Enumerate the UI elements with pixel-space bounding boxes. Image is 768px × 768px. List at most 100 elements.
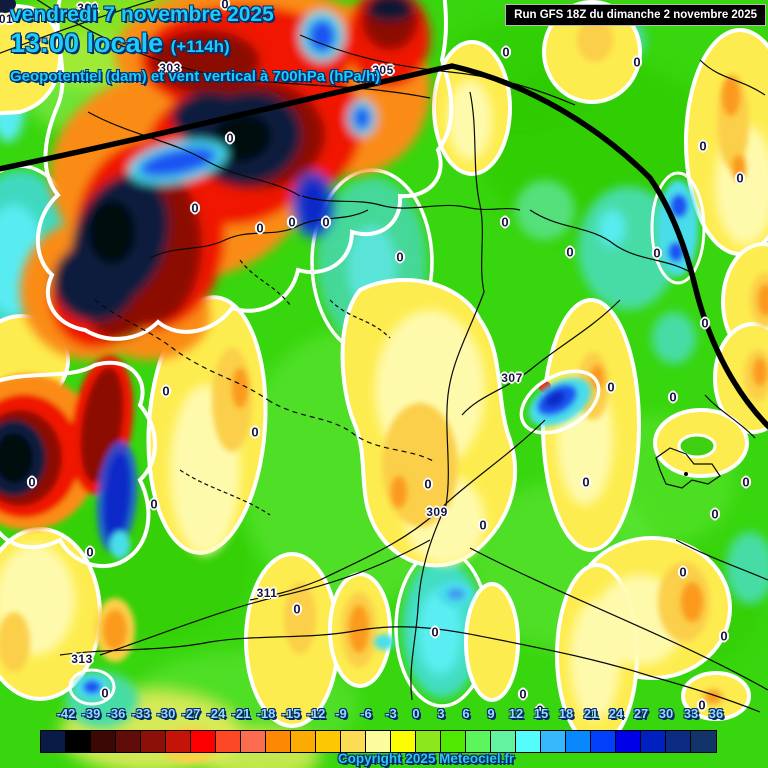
forecast-hour-offset: (+114h): [170, 37, 230, 56]
zero-contour-label: 0: [479, 517, 487, 533]
legend-color-cell: [166, 731, 191, 752]
legend-tick-label: 30: [658, 706, 674, 721]
zero-contour-label: 0: [162, 383, 170, 399]
legend-color-cell: [116, 731, 141, 752]
zero-contour-label: 0: [226, 130, 234, 146]
legend-tick-label: 18: [558, 706, 574, 721]
zero-contour-label: 0: [101, 685, 109, 701]
legend-color-cell: [316, 731, 341, 752]
legend-color-cell: [466, 731, 491, 752]
zero-contour-label: 0: [679, 564, 687, 580]
legend-tick-label: 33: [683, 706, 699, 721]
legend-tick-label: -39: [81, 706, 101, 721]
legend-color-cell: [541, 731, 566, 752]
zero-contour-label: 0: [699, 138, 707, 154]
legend-tick-label: -33: [131, 706, 151, 721]
copyright-text: Copyright 2025 Meteociel.fr: [337, 751, 515, 766]
legend-color-cell: [91, 731, 116, 752]
zero-contour-label: 0: [424, 476, 432, 492]
forecast-time: 13:00 locale (+114h): [10, 28, 230, 58]
legend-tick-label: -18: [256, 706, 276, 721]
legend-color-cell: [591, 731, 616, 752]
legend-tick-label: -9: [335, 706, 347, 721]
zero-contour-label: 0: [736, 170, 744, 186]
legend-tick-label: -30: [156, 706, 176, 721]
legend-color-cell: [241, 731, 266, 752]
legend-color-cell: [666, 731, 691, 752]
zero-contour-label: 0: [607, 379, 615, 395]
zero-contour-label: 0: [669, 389, 677, 405]
legend-color-cell: [441, 731, 466, 752]
legend-color-cell: [341, 731, 366, 752]
zero-contour-label: 0: [288, 214, 296, 230]
small-island-dot: [684, 472, 688, 476]
zero-contour-label: 0: [502, 44, 510, 60]
zero-contour-label: 0: [701, 315, 709, 331]
zero-contour-label: 0: [396, 249, 404, 265]
zero-contour-label: 0: [501, 214, 509, 230]
zero-contour-label: 0: [28, 474, 36, 490]
legend-color-cell: [291, 731, 316, 752]
legend-color-cell: [691, 731, 716, 752]
legend-color-cell: [266, 731, 291, 752]
legend-color-cell: [566, 731, 591, 752]
legend-tick-label: -36: [106, 706, 126, 721]
legend-tick-label: 27: [633, 706, 649, 721]
legend-color-cell: [516, 731, 541, 752]
legend-color-cell: [216, 731, 241, 752]
legend-tick-label: 3: [437, 706, 445, 721]
legend-tick-label: -27: [181, 706, 201, 721]
legend-tick-label: 21: [583, 706, 599, 721]
geopotential-contour-label: 313: [71, 652, 93, 666]
legend-color-cell: [391, 731, 416, 752]
legend-color-cell: [191, 731, 216, 752]
legend-tick-label: -12: [306, 706, 326, 721]
forecast-header: vendredi 7 novembre 2025 13:00 locale (+…: [10, 3, 380, 85]
legend-tick-label: 6: [462, 706, 470, 721]
legend-tick-label: 24: [608, 706, 624, 721]
zero-contour-label: 0: [720, 628, 728, 644]
legend-tick-label: -6: [360, 706, 372, 721]
legend-tick-label: -21: [231, 706, 251, 721]
geopotential-contour-label: 311: [256, 586, 278, 600]
zero-contour-label: 0: [742, 474, 750, 490]
legend-color-cell: [141, 731, 166, 752]
legend-tick-label: 12: [508, 706, 524, 721]
legend-tick-label: 9: [487, 706, 495, 721]
legend-tick-label: -24: [206, 706, 226, 721]
zero-contour-label: 0: [653, 245, 661, 261]
legend-tick-label: -42: [56, 706, 76, 721]
zero-contour-label: 0: [256, 220, 264, 236]
legend-bar: [40, 730, 717, 753]
zero-contour-label: 0: [698, 697, 706, 713]
legend-tick-label: 15: [533, 706, 549, 721]
legend-tick-label: 0: [412, 706, 420, 721]
zero-contour-label: 0: [711, 506, 719, 522]
legend-color-cell: [616, 731, 641, 752]
legend-tick-label: -15: [281, 706, 301, 721]
legend-color-cell: [641, 731, 666, 752]
map-parameter-subtitle: Geopotentiel (dam) et vent vertical à 70…: [10, 68, 381, 85]
vertical-velocity-field-svg: [0, 0, 768, 768]
geopotential-contour-label: 309: [426, 505, 448, 519]
legend-color-cell: [366, 731, 391, 752]
zero-contour-label: 0: [566, 244, 574, 260]
zero-contour-label: 0: [86, 544, 94, 560]
zero-contour-label: 0: [251, 424, 259, 440]
zero-contour-label: 0: [582, 474, 590, 490]
legend-color-cell: [41, 731, 66, 752]
model-run-box: Run GFS 18Z du dimanche 2 novembre 2025: [505, 4, 766, 26]
zero-contour-label: 0: [293, 601, 301, 617]
forecast-date: vendredi 7 novembre 2025: [10, 3, 274, 26]
geopotential-contour-label: 307: [501, 371, 523, 385]
zero-contour-label: 0: [150, 496, 158, 512]
legend-tick-label: 36: [708, 706, 724, 721]
zero-contour-label: 0: [519, 686, 527, 702]
zero-contour-label: 0: [322, 214, 330, 230]
legend-color-cell: [416, 731, 441, 752]
zero-contour-label: 0: [191, 200, 199, 216]
zero-contour-label: 0: [431, 624, 439, 640]
legend-color-cell: [491, 731, 516, 752]
zero-contour-label: 0: [633, 54, 641, 70]
legend-color-cell: [66, 731, 91, 752]
